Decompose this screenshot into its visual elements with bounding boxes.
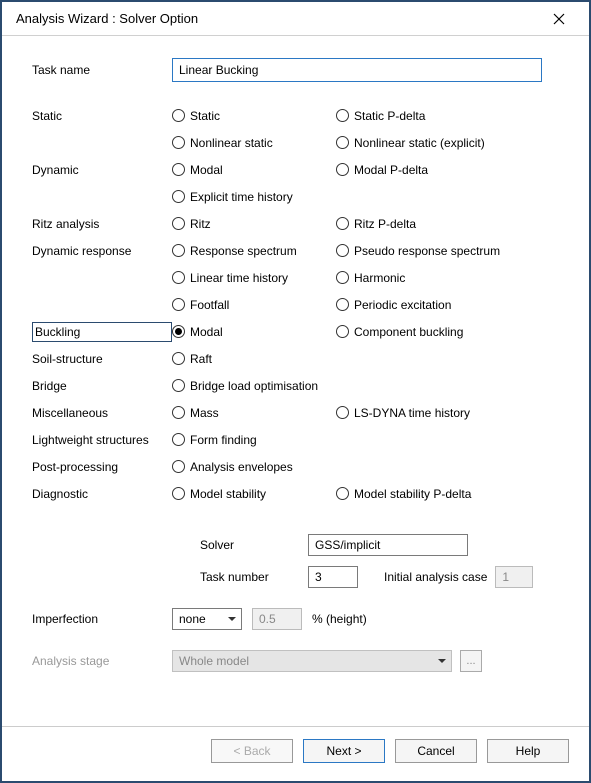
- radio-nonlinear-static[interactable]: Nonlinear static: [172, 136, 336, 150]
- radio-explicit-time-history[interactable]: Explicit time history: [172, 190, 336, 204]
- group-lightweight-label: Lightweight structures: [32, 433, 172, 447]
- imperfection-label: Imperfection: [32, 612, 172, 626]
- button-bar: < Back Next > Cancel Help: [2, 726, 589, 781]
- solver-input[interactable]: [308, 534, 468, 556]
- radio-static-pdelta[interactable]: Static P-delta: [336, 109, 552, 123]
- radio-analysis-envelopes[interactable]: Analysis envelopes: [172, 460, 293, 474]
- taskname-input[interactable]: [172, 58, 542, 82]
- solver-label: Solver: [200, 538, 300, 552]
- radio-ritz[interactable]: Ritz: [172, 217, 336, 231]
- radio-harmonic[interactable]: Harmonic: [336, 271, 552, 285]
- analysis-stage-select: Whole model: [172, 650, 452, 672]
- group-buckling-label: Buckling: [32, 322, 172, 342]
- radio-static[interactable]: Static: [172, 109, 336, 123]
- radio-pseudo-response-spectrum[interactable]: Pseudo response spectrum: [336, 244, 552, 258]
- radio-linear-time-history[interactable]: Linear time history: [172, 271, 336, 285]
- group-postproc-label: Post-processing: [32, 460, 172, 474]
- imperfection-select[interactable]: none: [172, 608, 242, 630]
- radio-form-finding[interactable]: Form finding: [172, 433, 257, 447]
- taskname-label: Task name: [32, 63, 172, 77]
- group-dynamic-label: Dynamic: [32, 163, 172, 177]
- radio-lsdyna[interactable]: LS-DYNA time history: [336, 406, 552, 420]
- radio-raft[interactable]: Raft: [172, 352, 336, 366]
- analysis-wizard-dialog: Analysis Wizard : Solver Option Task nam…: [2, 2, 589, 781]
- radio-buckling-modal[interactable]: Modal: [172, 325, 336, 339]
- cancel-button[interactable]: Cancel: [395, 739, 477, 763]
- back-button: < Back: [211, 739, 293, 763]
- initcase-input: [495, 566, 533, 588]
- group-bridge-label: Bridge: [32, 379, 172, 393]
- radio-component-buckling[interactable]: Component buckling: [336, 325, 552, 339]
- group-misc-label: Miscellaneous: [32, 406, 172, 420]
- close-icon[interactable]: [539, 5, 579, 33]
- group-static-label: Static: [32, 109, 172, 123]
- titlebar: Analysis Wizard : Solver Option: [2, 2, 589, 36]
- group-diag-label: Diagnostic: [32, 487, 172, 501]
- tasknum-label: Task number: [200, 570, 300, 584]
- radio-ritz-pdelta[interactable]: Ritz P-delta: [336, 217, 552, 231]
- radio-model-stability-pdelta[interactable]: Model stability P-delta: [336, 487, 552, 501]
- initcase-label: Initial analysis case: [384, 570, 487, 584]
- radio-periodic-excitation[interactable]: Periodic excitation: [336, 298, 552, 312]
- radio-bridge-load-opt[interactable]: Bridge load optimisation: [172, 379, 318, 393]
- help-button[interactable]: Help: [487, 739, 569, 763]
- radio-mass[interactable]: Mass: [172, 406, 336, 420]
- analysis-stage-browse-button: ...: [460, 650, 482, 672]
- group-soil-label: Soil-structure: [32, 352, 172, 366]
- imperfection-suffix: % (height): [312, 612, 367, 626]
- window-title: Analysis Wizard : Solver Option: [16, 11, 198, 26]
- radio-footfall[interactable]: Footfall: [172, 298, 336, 312]
- radio-response-spectrum[interactable]: Response spectrum: [172, 244, 336, 258]
- group-dynresp-label: Dynamic response: [32, 244, 172, 258]
- dialog-content: Task name Static Static Static P-delta N…: [2, 36, 589, 726]
- radio-nonlinear-static-explicit[interactable]: Nonlinear static (explicit): [336, 136, 552, 150]
- imperfection-value-input: [252, 608, 302, 630]
- radio-model-stability[interactable]: Model stability: [172, 487, 336, 501]
- tasknum-input[interactable]: [308, 566, 358, 588]
- group-ritz-label: Ritz analysis: [32, 217, 172, 231]
- radio-modal-pdelta[interactable]: Modal P-delta: [336, 163, 552, 177]
- analysis-stage-label: Analysis stage: [32, 654, 172, 668]
- radio-modal[interactable]: Modal: [172, 163, 336, 177]
- next-button[interactable]: Next >: [303, 739, 385, 763]
